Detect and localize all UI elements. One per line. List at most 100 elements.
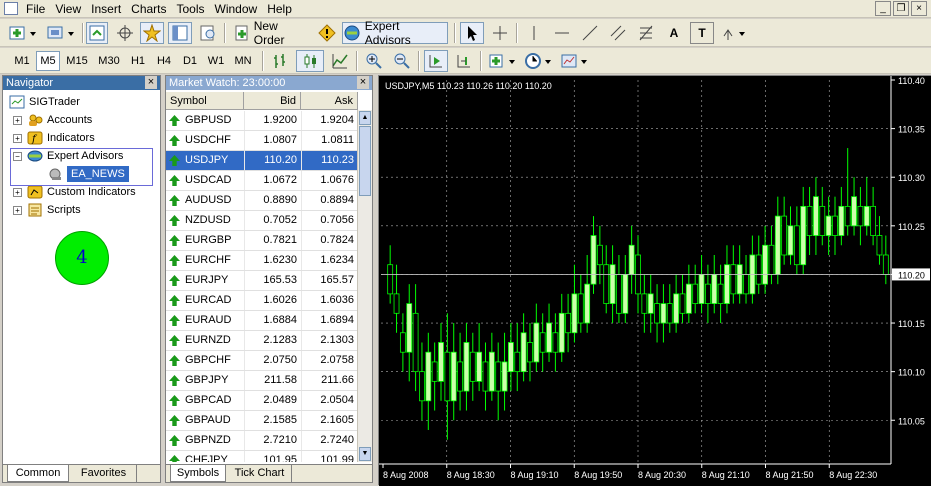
expert-advisors-button[interactable]: Expert Advisors [342,19,448,47]
symbol-row[interactable]: EURCAD 1.6026 1.6036 [166,291,358,311]
expand-indicators-icon[interactable]: + [13,133,22,143]
symbol-row[interactable]: USDCAD 1.0672 1.0676 [166,171,358,191]
market-watch-toggle[interactable] [86,22,108,44]
price-chart[interactable]: 110.40 110.35 110.30 110.25 110.20 110.15 110.… [378,75,931,486]
tester-magnifier-icon [200,25,215,41]
nav-root[interactable]: SIGTrader [9,94,80,110]
cursor-tool[interactable] [460,22,484,44]
menu-window[interactable]: Window [213,0,266,18]
column-bid[interactable]: Bid [244,92,301,110]
nav-item-indicators[interactable]: + f Indicators [13,130,95,146]
arrows-tool[interactable] [718,22,750,44]
tab-symbols[interactable]: Symbols [170,465,226,482]
chart-shift-button[interactable] [452,50,476,72]
tab-tick-chart[interactable]: Tick Chart [228,465,292,482]
timeframe-d1[interactable]: D1 [178,51,202,71]
timeframe-h4[interactable]: H4 [152,51,176,71]
line-chart-button[interactable] [328,50,352,72]
timeframe-m5[interactable]: M5 [36,51,60,71]
symbol-row[interactable]: EURCHF 1.6230 1.6234 [166,251,358,271]
scroll-down-icon[interactable]: ▼ [359,447,371,461]
zoom-in-button[interactable] [362,50,386,72]
autoscroll-button[interactable] [424,50,448,72]
candlestick-button[interactable] [296,50,324,72]
alert-button[interactable] [316,22,338,44]
menu-file[interactable]: File [24,0,53,18]
vertical-line-tool[interactable] [522,22,546,44]
menu-insert[interactable]: Insert [89,0,129,18]
candle-body [482,361,489,392]
crosshair-tool[interactable] [488,22,512,44]
symbol-row[interactable]: USDCHF 1.0807 1.0811 [166,131,358,151]
data-window-button[interactable] [114,22,136,44]
text-tool[interactable]: A [662,22,686,44]
horizontal-line-tool[interactable] [550,22,574,44]
timeframe-mn[interactable]: MN [230,51,256,71]
nav-item-custom-indicators[interactable]: + Custom Indicators [13,184,136,200]
ask-cell: 1.6036 [301,291,358,310]
text-label-tool[interactable]: T [690,22,714,44]
new-order-button[interactable]: New Order [230,19,312,47]
column-symbol[interactable]: Symbol [166,92,244,110]
new-chart-button[interactable] [6,22,40,44]
symbol-row[interactable]: GBPCAD 2.0489 2.0504 [166,391,358,411]
bar-chart-button[interactable] [268,50,292,72]
navigator-toggle[interactable] [140,22,164,44]
fibonacci-icon [639,25,653,41]
candle-body [870,205,877,236]
symbol-row[interactable]: EURJPY 165.53 165.57 [166,271,358,291]
symbol-row[interactable]: USDJPY 110.20 110.23 [166,151,358,171]
symbol-row[interactable]: GBPNZD 2.7210 2.7240 [166,431,358,451]
menu-help[interactable]: Help [265,0,300,18]
symbol-row[interactable]: GBPJPY 211.58 211.66 [166,371,358,391]
candle-body [533,322,540,363]
nav-item-accounts[interactable]: + Accounts [13,112,92,128]
symbol-row[interactable]: GBPAUD 2.1585 2.1605 [166,411,358,431]
symbol-row[interactable]: CHFJPY 101.95 101.99 [166,451,358,462]
tab-favorites[interactable]: Favorites [71,465,137,482]
timeframe-w1[interactable]: W1 [204,51,228,71]
restore-button[interactable]: ❐ [893,1,909,16]
zoom-out-button[interactable] [390,50,414,72]
navigator-close-button[interactable]: × [145,76,157,89]
terminal-toggle[interactable] [168,22,192,44]
menu-charts[interactable]: Charts [129,0,174,18]
symbol-row[interactable]: GBPCHF 2.0750 2.0758 [166,351,358,371]
chart-canvas[interactable]: 110.40 110.35 110.30 110.25 110.20 110.15 110.… [379,76,931,486]
equidistant-channel-tool[interactable] [606,22,630,44]
symbol-row[interactable]: NZDUSD 0.7052 0.7056 [166,211,358,231]
column-ask[interactable]: Ask [301,92,358,110]
menu-view[interactable]: View [53,0,89,18]
symbol-row[interactable]: GBPUSD 1.9200 1.9204 [166,111,358,131]
menu-tools[interactable]: Tools [175,0,213,18]
tab-common[interactable]: Common [7,465,69,482]
periods-button[interactable] [522,50,556,72]
timeframe-h1[interactable]: H1 [126,51,150,71]
expand-scripts-icon[interactable]: + [13,205,22,215]
trendline-tool[interactable] [578,22,602,44]
templates-button[interactable] [558,50,592,72]
expand-custom-indicators-icon[interactable]: + [13,187,22,197]
ask-cell: 2.1303 [301,331,358,350]
indicators-button[interactable] [486,50,520,72]
symbol-row[interactable]: EURGBP 0.7821 0.7824 [166,231,358,251]
profiles-button[interactable] [44,22,78,44]
symbol-row[interactable]: EURNZD 2.1283 2.1303 [166,331,358,351]
minimize-button[interactable]: _ [875,1,891,16]
timeframe-m15[interactable]: M15 [62,51,92,71]
symbol-row[interactable]: EURAUD 1.6884 1.6894 [166,311,358,331]
timeframe-m30[interactable]: M30 [94,51,124,71]
market-watch-close-button[interactable]: × [357,76,369,89]
strategy-tester-button[interactable] [196,22,220,44]
fibonacci-tool[interactable] [634,22,658,44]
expand-accounts-icon[interactable]: + [13,115,22,125]
timeframe-m1[interactable]: M1 [10,51,34,71]
bid-cell: 1.6230 [244,251,301,270]
nav-item-scripts[interactable]: + Scripts [13,202,81,218]
scroll-thumb[interactable] [359,126,371,196]
ask-cell: 1.9204 [301,111,358,130]
symbol-row[interactable]: AUDUSD 0.8890 0.8894 [166,191,358,211]
close-button[interactable]: × [911,1,927,16]
market-watch-scrollbar[interactable]: ▲ ▼ [357,110,372,462]
scroll-up-icon[interactable]: ▲ [359,111,371,125]
